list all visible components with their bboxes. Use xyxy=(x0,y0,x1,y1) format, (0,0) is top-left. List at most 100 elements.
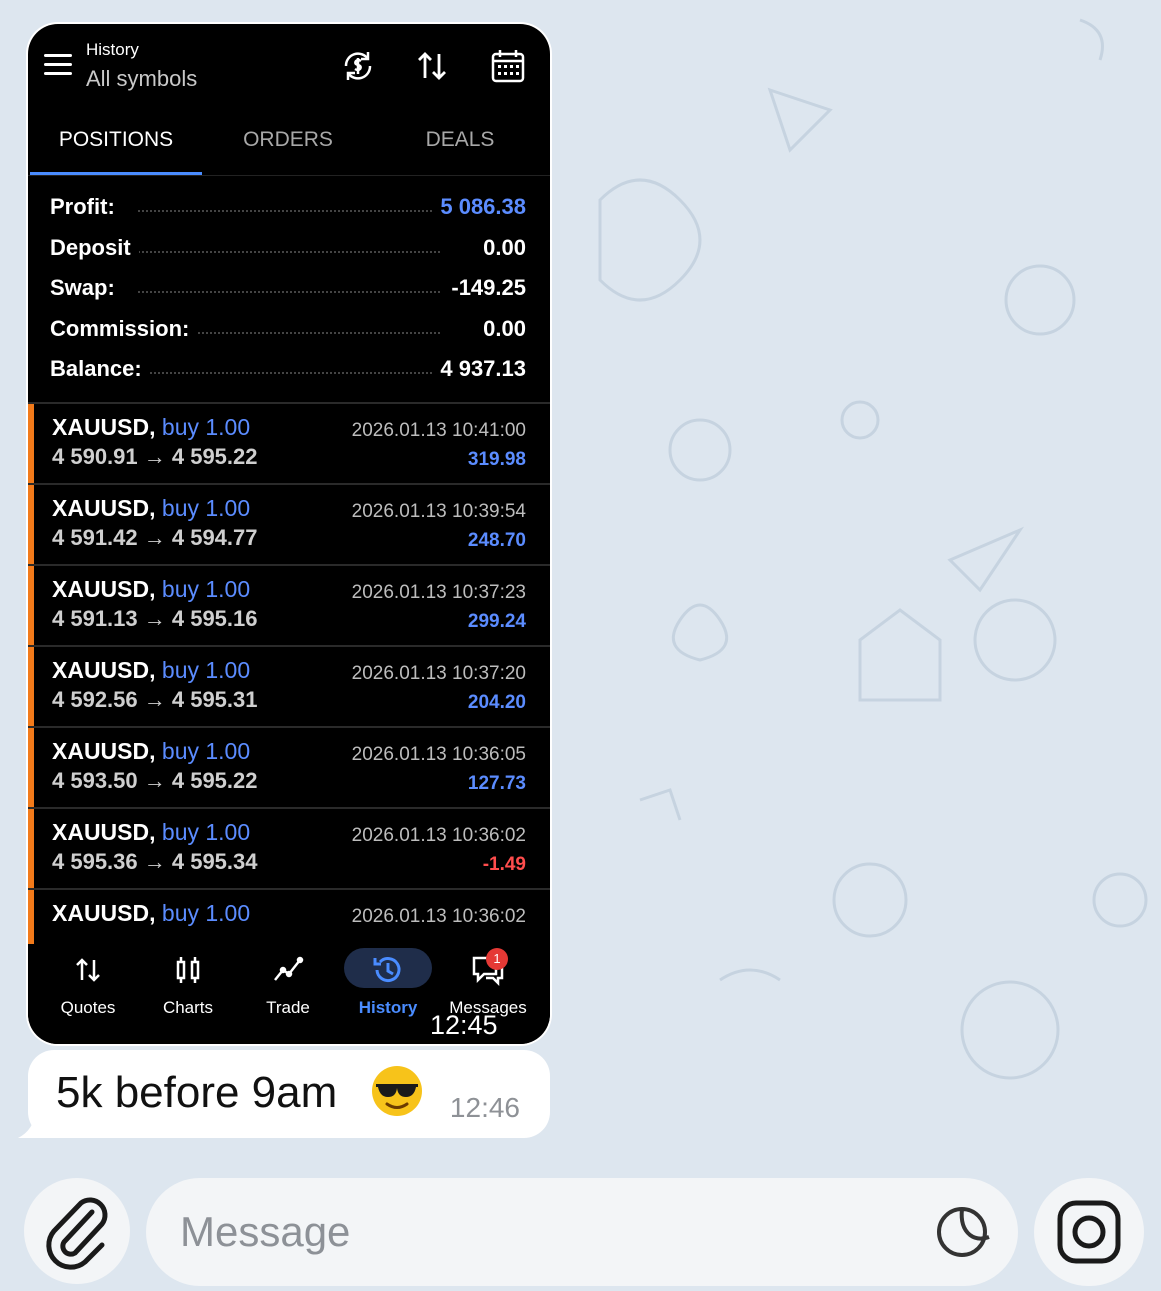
deal-direction: buy 1.00 xyxy=(161,819,251,845)
profit-value: 5 086.38 xyxy=(432,194,526,220)
deal-profit: 299.24 xyxy=(467,611,526,632)
message-input[interactable]: Message xyxy=(146,1178,1018,1286)
deal-time: 2026.01.13 10:37:23 xyxy=(351,582,526,603)
deal-time: 2026.01.13 10:36:05 xyxy=(351,744,526,765)
deal-direction: buy 1.00 xyxy=(161,900,251,926)
nav-label: Charts xyxy=(162,998,214,1017)
nav-label: History xyxy=(358,998,418,1017)
position-marker xyxy=(28,728,34,807)
deal-profit: 204.20 xyxy=(467,692,526,713)
deal-direction: buy 1.00 xyxy=(161,576,251,602)
summary-row-profit: Profit: 5 086.38 xyxy=(28,186,550,227)
deal-prices: 4 590.91 → 4 595.22 xyxy=(52,444,258,469)
deal-time: 2026.01.13 10:36:02 xyxy=(351,825,526,846)
deal-time: 2026.01.13 10:37:20 xyxy=(351,663,526,684)
deal-symbol: XAUUSD, buy 1.00 xyxy=(52,900,250,927)
camera-icon xyxy=(1057,1200,1121,1264)
unread-badge: 1 xyxy=(486,948,508,970)
deal-profit: 248.70 xyxy=(467,530,526,551)
deal-direction: buy 1.00 xyxy=(161,657,251,683)
nav-label: Quotes xyxy=(60,998,116,1017)
positions-list: XAUUSD, buy 1.00 4 590.91 → 4 595.22 202… xyxy=(28,402,550,969)
summary-row-swap: Swap: -149.25 xyxy=(28,267,550,308)
paperclip-icon xyxy=(46,1197,108,1270)
position-marker xyxy=(28,485,34,564)
sort-icon xyxy=(418,52,446,80)
trade-icon xyxy=(274,956,304,981)
page-title: History xyxy=(86,40,139,59)
app-toolbar: History All symbols xyxy=(28,24,550,134)
nav-label: Trade xyxy=(266,998,310,1017)
summary-label: Profit: xyxy=(50,194,123,220)
deal-profit: 319.98 xyxy=(467,449,526,470)
message-text: 5k before 9am xyxy=(56,1068,338,1117)
deal-symbol: XAUUSD, buy 1.00 xyxy=(52,576,250,603)
deal-time: 2026.01.13 10:36:02 xyxy=(351,906,526,927)
position-marker xyxy=(28,404,34,483)
deal-symbol: XAUUSD, buy 1.00 xyxy=(52,738,250,765)
deal-symbol: XAUUSD, buy 1.00 xyxy=(52,819,250,846)
symbol-text: XAUUSD, xyxy=(52,495,156,521)
incoming-message[interactable]: 5k before 9am 12:46 xyxy=(28,1050,550,1138)
trading-screenshot[interactable]: History All symbols POSITIONS ORDERS DEA… xyxy=(28,24,550,1044)
deal-profit: 127.73 xyxy=(467,773,526,794)
summary-row-deposit: Deposit 0.00 xyxy=(28,227,550,268)
nav-history[interactable]: History xyxy=(338,944,438,1018)
symbol-text: XAUUSD, xyxy=(52,414,156,440)
tab-orders[interactable]: ORDERS xyxy=(202,128,374,152)
currency-exchange-icon xyxy=(344,52,372,80)
symbol-text: XAUUSD, xyxy=(52,900,156,926)
message-time: 12:46 xyxy=(449,1092,520,1123)
nav-quotes[interactable]: Quotes xyxy=(38,944,138,1018)
symbol-filter: All symbols xyxy=(86,66,198,91)
account-summary: Profit: 5 086.38 Deposit 0.00 Swap: -149… xyxy=(28,186,550,389)
list-item[interactable]: XAUUSD, buy 1.00 4 591.13 → 4 595.16 202… xyxy=(28,564,550,645)
dotted-leader xyxy=(138,210,440,212)
charts-icon xyxy=(176,957,200,983)
history-icon xyxy=(373,957,401,983)
deal-time: 2026.01.13 10:39:54 xyxy=(351,501,526,522)
tab-positions[interactable]: POSITIONS xyxy=(30,128,202,152)
deposit-value: 0.00 xyxy=(475,234,526,261)
symbol-text: XAUUSD, xyxy=(52,819,156,845)
deal-profit: -1.49 xyxy=(482,854,526,875)
sticker-icon[interactable] xyxy=(934,1204,990,1260)
image-timestamp: 12:45 xyxy=(430,1010,498,1040)
deal-direction: buy 1.00 xyxy=(161,495,251,521)
camera-button[interactable] xyxy=(1034,1178,1144,1286)
attach-button[interactable] xyxy=(24,1178,130,1284)
position-marker xyxy=(28,566,34,645)
deal-prices: 4 591.13 → 4 595.16 xyxy=(52,606,258,631)
deal-prices: 4 593.50 → 4 595.22 xyxy=(52,768,258,793)
symbol-text: XAUUSD, xyxy=(52,576,156,602)
symbol-text: XAUUSD, xyxy=(52,738,156,764)
deal-symbol: XAUUSD, buy 1.00 xyxy=(52,657,250,684)
tab-deals[interactable]: DEALS xyxy=(374,128,546,152)
calendar-icon xyxy=(491,50,525,83)
list-item[interactable]: XAUUSD, buy 1.00 4 593.50 → 4 595.22 202… xyxy=(28,726,550,807)
deal-prices: 4 592.56 → 4 595.31 xyxy=(52,687,258,712)
symbol-text: XAUUSD, xyxy=(52,657,156,683)
dotted-leader xyxy=(138,250,440,253)
message-placeholder: Message xyxy=(180,1208,351,1255)
deal-symbol: XAUUSD, buy 1.00 xyxy=(52,495,250,522)
summary-row-balance: Balance: 4 937.13 xyxy=(28,348,550,389)
commission-value: 0.00 xyxy=(475,315,526,342)
bottom-navigation: Quotes Charts Trade History Messages 1 1… xyxy=(28,944,550,1044)
summary-label: Swap: xyxy=(50,275,123,301)
deal-prices: 4 591.42 → 4 594.77 xyxy=(52,525,258,550)
deal-prices: 4 595.36 → 4 595.34 xyxy=(52,849,258,874)
list-item[interactable]: XAUUSD, buy 1.00 4 592.56 → 4 595.31 202… xyxy=(28,645,550,726)
list-item[interactable]: XAUUSD, buy 1.00 4 595.36 → 4 595.34 202… xyxy=(28,807,550,888)
divider xyxy=(28,175,550,176)
summary-label: Commission: xyxy=(50,315,198,342)
nav-trade[interactable]: Trade xyxy=(238,944,338,1018)
quotes-icon xyxy=(76,958,100,982)
list-item[interactable]: XAUUSD, buy 1.00 4 590.91 → 4 595.22 202… xyxy=(28,402,550,483)
deal-time: 2026.01.13 10:41:00 xyxy=(351,420,526,441)
position-marker xyxy=(28,647,34,726)
list-item[interactable]: XAUUSD, buy 1.00 4 591.42 → 4 594.77 202… xyxy=(28,483,550,564)
sunglasses-emoji-icon xyxy=(372,1066,422,1116)
dotted-leader xyxy=(138,291,440,293)
nav-charts[interactable]: Charts xyxy=(138,944,238,1018)
